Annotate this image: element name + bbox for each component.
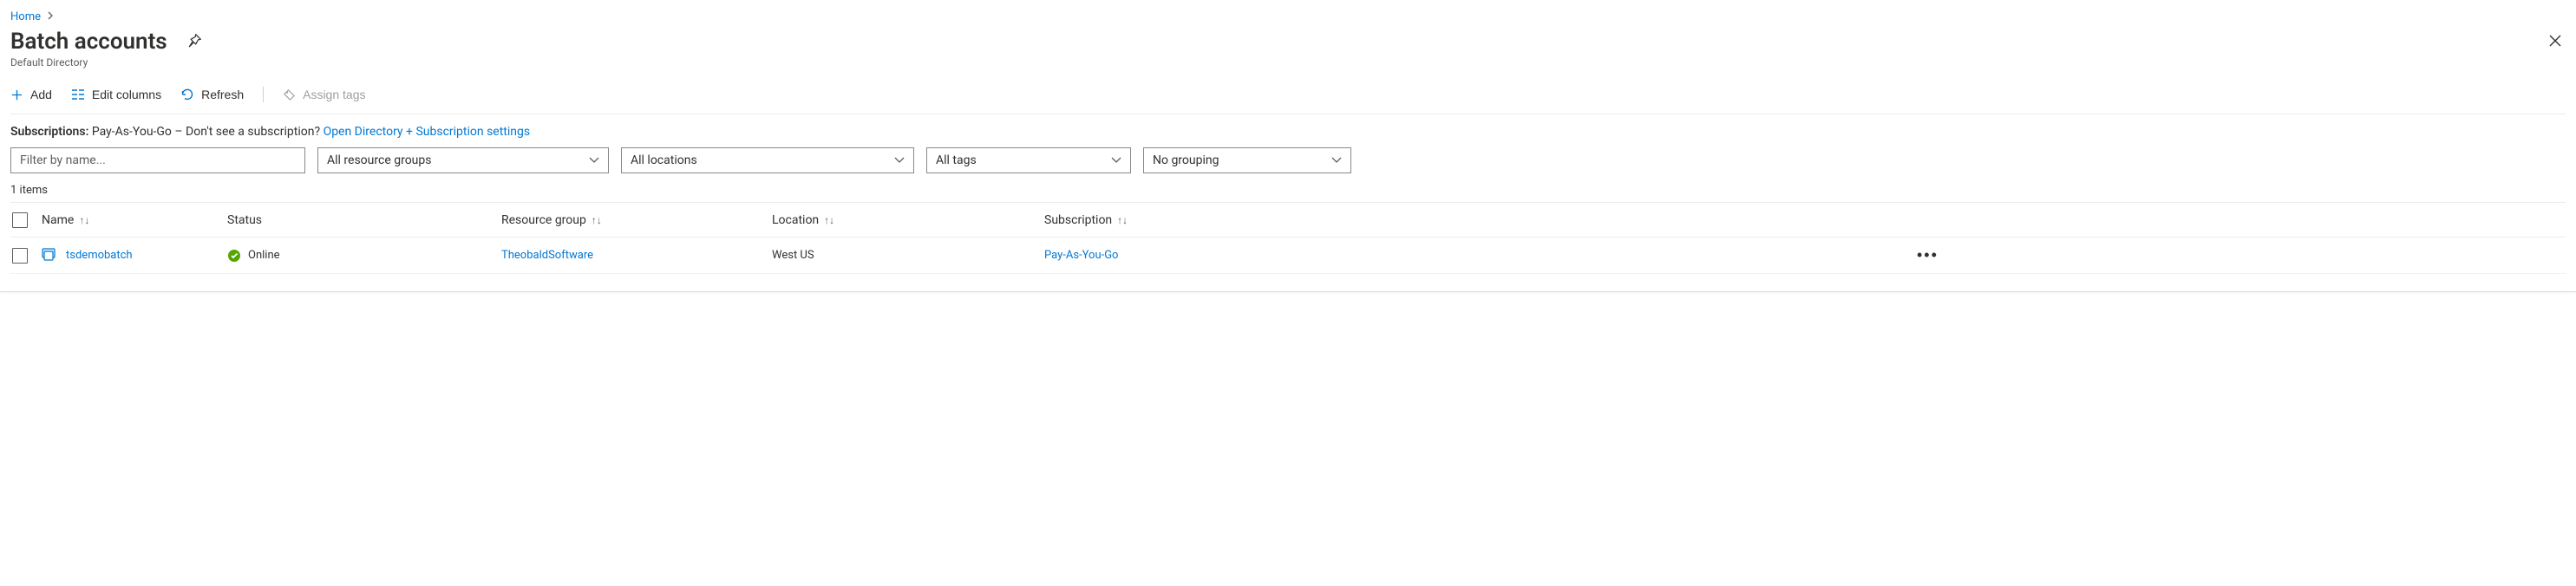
close-button[interactable]	[2545, 30, 2566, 54]
toolbar: Add Edit columns Refresh Assign tags	[10, 81, 2566, 114]
add-button[interactable]: Add	[10, 86, 52, 103]
page-container: Home Batch accounts Default Directory Ad	[0, 0, 2576, 292]
cell-status: Online	[227, 249, 501, 263]
plus-icon	[10, 88, 23, 101]
close-icon	[2548, 34, 2562, 50]
refresh-icon	[180, 88, 194, 101]
sort-icon: ↑↓	[592, 214, 602, 226]
assign-tags-button: Assign tags	[283, 86, 365, 103]
subscriptions-label: Subscriptions:	[10, 125, 88, 139]
chevron-down-icon	[589, 153, 599, 167]
tags-filter[interactable]: All tags	[926, 147, 1131, 173]
items-count: 1 items	[10, 184, 2566, 197]
columns-icon	[71, 88, 85, 101]
tag-icon	[283, 88, 296, 101]
sort-icon: ↑↓	[824, 214, 834, 226]
toolbar-divider	[263, 87, 264, 102]
column-subscription-label: Subscription	[1044, 213, 1112, 227]
column-name-label: Name	[42, 213, 74, 227]
assign-tags-label: Assign tags	[303, 88, 365, 101]
row-checkbox[interactable]	[12, 248, 28, 264]
breadcrumb: Home	[10, 10, 2566, 23]
table-header: Name ↑↓ Status Resource group ↑↓ Locatio…	[10, 203, 2566, 238]
chevron-down-icon	[894, 153, 905, 167]
pin-icon	[186, 33, 202, 51]
header-row: Batch accounts	[10, 29, 2566, 55]
chevron-down-icon	[1331, 153, 1342, 167]
cell-location: West US	[772, 249, 1044, 262]
sort-icon: ↑↓	[79, 214, 89, 226]
select-all-checkbox[interactable]	[12, 212, 28, 228]
directory-settings-link[interactable]: Open Directory + Subscription settings	[324, 125, 531, 139]
name-filter-input[interactable]	[10, 147, 305, 173]
edit-columns-button[interactable]: Edit columns	[71, 86, 161, 103]
column-location-label: Location	[772, 213, 819, 227]
column-resource-group-label: Resource group	[501, 213, 586, 227]
resource-group-link[interactable]: TheobaldSoftware	[501, 249, 593, 262]
subscriptions-text: Pay-As-You-Go – Don't see a subscription…	[92, 125, 320, 139]
tags-filter-value: All tags	[936, 153, 977, 167]
cell-resource-group: TheobaldSoftware	[501, 249, 772, 262]
resource-name-link[interactable]: tsdemobatch	[66, 249, 133, 262]
cell-name: tsdemobatch	[42, 247, 227, 264]
page-subtitle: Default Directory	[10, 56, 2566, 68]
cell-subscription: Pay-As-You-Go	[1044, 249, 1912, 262]
header-left: Batch accounts	[10, 29, 206, 55]
status-online-icon	[227, 249, 241, 263]
subscription-link[interactable]: Pay-As-You-Go	[1044, 249, 1118, 262]
filter-row: All resource groups All locations All ta…	[10, 147, 2566, 173]
grouping-filter[interactable]: No grouping	[1143, 147, 1351, 173]
column-status-label: Status	[227, 213, 262, 227]
column-subscription[interactable]: Subscription ↑↓	[1044, 213, 1912, 227]
location-filter[interactable]: All locations	[621, 147, 914, 173]
chevron-down-icon	[1111, 153, 1121, 167]
results-table: Name ↑↓ Status Resource group ↑↓ Locatio…	[10, 202, 2566, 274]
grouping-filter-value: No grouping	[1153, 153, 1219, 167]
table-row: tsdemobatch Online TheobaldSoftware West…	[10, 238, 2566, 274]
more-icon: •••	[1917, 246, 1939, 264]
resource-group-filter-value: All resource groups	[327, 153, 431, 167]
resource-group-filter[interactable]: All resource groups	[317, 147, 609, 173]
breadcrumb-home-link[interactable]: Home	[10, 10, 41, 23]
add-label: Add	[30, 88, 52, 101]
column-name[interactable]: Name ↑↓	[42, 213, 227, 227]
refresh-button[interactable]: Refresh	[180, 86, 244, 103]
location-text: West US	[772, 249, 814, 262]
chevron-right-icon	[48, 10, 55, 23]
refresh-label: Refresh	[201, 88, 244, 101]
page-title: Batch accounts	[10, 29, 167, 55]
sort-icon: ↑↓	[1117, 214, 1128, 226]
edit-columns-label: Edit columns	[92, 88, 161, 101]
column-resource-group[interactable]: Resource group ↑↓	[501, 213, 772, 227]
column-status[interactable]: Status	[227, 213, 501, 227]
location-filter-value: All locations	[631, 153, 697, 167]
pin-button[interactable]	[183, 29, 206, 55]
row-more-button[interactable]: •••	[1912, 245, 1947, 265]
batch-account-icon	[42, 247, 57, 264]
column-location[interactable]: Location ↑↓	[772, 213, 1044, 227]
status-text: Online	[248, 249, 280, 262]
subscriptions-row: Subscriptions: Pay-As-You-Go – Don't see…	[10, 125, 2566, 139]
